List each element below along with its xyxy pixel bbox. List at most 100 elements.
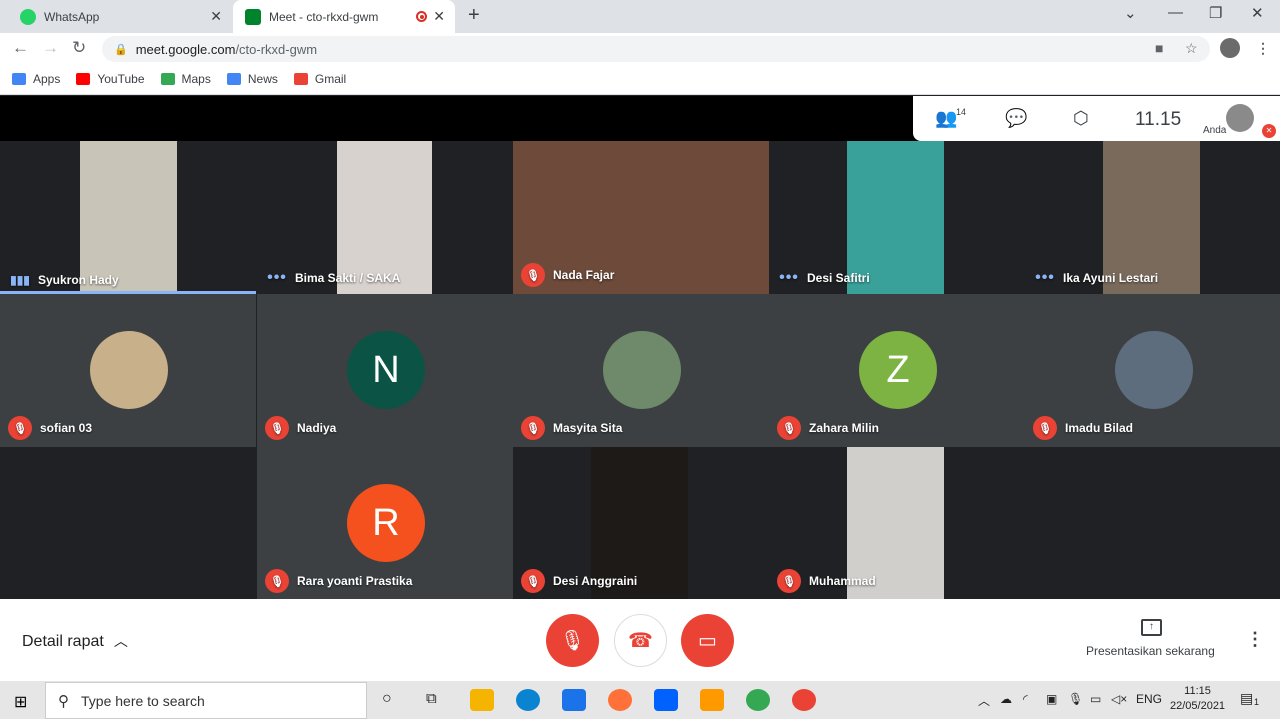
tab-search-icon[interactable]: ⌄ xyxy=(1124,4,1137,22)
participant-name-bar: ▮▮▮ Syukron Hady xyxy=(8,273,119,287)
meeting-details-button[interactable]: Detail rapat ︿ xyxy=(22,631,128,651)
audio-dots-icon: ••• xyxy=(1035,269,1055,286)
present-now-button[interactable]: Presentasikan sekarang xyxy=(1086,644,1215,658)
show-hidden-icons[interactable]: ︿ xyxy=(978,692,990,709)
network-icon[interactable]: ☁ xyxy=(1000,692,1012,706)
participant-name: Desi Anggraini xyxy=(553,574,638,588)
participant-tile[interactable]: 🎙 Desi Anggraini xyxy=(513,447,769,600)
bookmark-news[interactable]: News xyxy=(226,72,278,86)
empty-tile xyxy=(0,447,256,600)
bookmark-youtube[interactable]: YouTube xyxy=(76,72,145,86)
participant-name: Zahara Milin xyxy=(809,421,880,435)
bookmark-label: Gmail xyxy=(314,72,347,86)
profile-avatar[interactable] xyxy=(1220,38,1240,58)
language-indicator[interactable]: ENG xyxy=(1136,692,1162,706)
windows-start-icon[interactable]: ⊞ xyxy=(14,692,27,712)
forward-icon[interactable]: → xyxy=(42,38,59,58)
participant-name: Muhammad xyxy=(809,574,876,588)
meeting-time: 11.15 xyxy=(1135,109,1182,130)
dropbox-icon[interactable] xyxy=(654,689,678,711)
bookmark-gmail[interactable]: Gmail xyxy=(293,72,347,86)
cortana-icon[interactable]: ○ xyxy=(382,690,392,708)
camera-toggle-button[interactable]: ▭ xyxy=(681,614,734,667)
chat-icon[interactable]: 💬 xyxy=(1005,108,1027,129)
task-view-icon[interactable]: ⧉ xyxy=(426,690,437,707)
close-window-button[interactable]: ✕ xyxy=(1251,4,1264,22)
participant-name-bar: ••• Bima Sakti / SAKA xyxy=(265,269,400,287)
participant-tile[interactable]: 🎙 Nada Fajar xyxy=(513,141,769,294)
participant-avatar xyxy=(90,331,168,409)
close-tab-icon[interactable]: ✕ xyxy=(210,8,222,25)
menu-icon[interactable]: ⋮ xyxy=(1256,40,1270,57)
bookmark-apps[interactable]: Apps xyxy=(12,72,60,86)
clock-time: 11:15 xyxy=(1184,685,1211,697)
chrome-profile-icon[interactable] xyxy=(792,689,816,711)
participant-avatar: N xyxy=(347,331,425,409)
more-options-icon[interactable]: ⋮ xyxy=(1246,629,1264,650)
windows-taskbar: ⊞ ⚲ Type here to search ○ ⧉ ︿ ☁ ◜ ▣ 🎙 ▭ … xyxy=(0,681,1280,719)
activities-icon[interactable]: ⬡ xyxy=(1073,108,1089,129)
participant-avatar: R xyxy=(347,484,425,562)
tab-meet[interactable]: Meet - cto-rkxd-gwm ✕ xyxy=(233,0,455,33)
wifi-icon[interactable]: ◜ xyxy=(1023,692,1028,706)
bookmarks-bar: Apps YouTube Maps News Gmail xyxy=(0,64,1280,95)
device-icon[interactable]: ▣ xyxy=(1046,692,1057,706)
firefox-icon[interactable] xyxy=(608,689,632,711)
self-avatar[interactable] xyxy=(1226,104,1254,132)
participant-name: Ika Ayuni Lestari xyxy=(1063,271,1159,285)
mic-off-icon: 🎙 xyxy=(559,630,586,652)
people-icon[interactable]: 👥 xyxy=(935,108,957,129)
participant-tile[interactable]: ••• Desi Safitri xyxy=(769,141,1025,294)
camera-in-use-icon[interactable]: ■ xyxy=(1155,40,1163,56)
mic-off-icon: 🎙 xyxy=(1033,416,1057,440)
microphone-icon[interactable]: 🎙 xyxy=(1068,692,1083,706)
participant-name-bar: ••• Ika Ayuni Lestari xyxy=(1033,269,1158,287)
mic-toggle-button[interactable]: 🎙 xyxy=(546,614,599,667)
participant-name: Desi Safitri xyxy=(807,271,870,285)
meeting-details-label: Detail rapat xyxy=(22,633,104,650)
minimize-button[interactable]: — xyxy=(1168,4,1183,21)
leave-call-button[interactable]: ☎ xyxy=(614,614,667,667)
battery-icon[interactable]: ▭ xyxy=(1090,692,1101,706)
url-host: meet.google.com xyxy=(135,41,236,57)
chrome-icon[interactable] xyxy=(746,689,770,711)
close-tab-icon[interactable]: ✕ xyxy=(433,8,445,25)
bookmark-label: Maps xyxy=(181,72,211,86)
participant-tile[interactable]: 🎙 Muhammad xyxy=(769,447,1025,600)
participant-tile[interactable]: N 🎙 Nadiya xyxy=(257,294,513,447)
clock-date: 22/05/2021 xyxy=(1170,700,1226,712)
meet-controls-bar: Detail rapat ︿ 🎙 ☎ ▭ ↑ Presentasikan seka… xyxy=(0,599,1280,681)
participant-tile[interactable]: 🎙 Masyita Sita xyxy=(513,294,769,447)
bookmark-star-icon[interactable]: ☆ xyxy=(1185,40,1198,57)
reload-icon[interactable]: ↻ xyxy=(72,38,86,58)
mail-icon[interactable] xyxy=(562,689,586,711)
participant-name-bar: 🎙 sofian 03 xyxy=(8,416,92,440)
participant-tile[interactable]: ••• Bima Sakti / SAKA xyxy=(257,141,513,294)
participant-tile[interactable]: ▮▮▮ Syukron Hady xyxy=(0,141,256,294)
new-tab-button[interactable]: + xyxy=(468,4,480,27)
url-input[interactable]: 🔒 meet.google.com/cto-rkxd-gwm xyxy=(102,36,1210,62)
participant-tile[interactable]: 🎙 Imadu Bilad xyxy=(1025,294,1280,447)
youtube-icon xyxy=(76,73,91,85)
taskbar-search-input[interactable]: ⚲ Type here to search xyxy=(45,682,367,719)
participant-name: Rara yoanti Prastika xyxy=(297,574,413,588)
participant-tile[interactable]: ••• Ika Ayuni Lestari xyxy=(1025,141,1280,294)
maximize-button[interactable]: ❐ xyxy=(1209,4,1222,22)
volume-muted-icon[interactable]: ◁× xyxy=(1111,692,1127,706)
bookmark-maps[interactable]: Maps xyxy=(160,72,211,86)
url-path: /cto-rkxd-gwm xyxy=(235,41,318,57)
news-icon xyxy=(226,73,241,85)
participant-name-bar: 🎙 Nadiya xyxy=(265,416,336,440)
amazon-icon[interactable] xyxy=(700,689,724,711)
participant-tile[interactable]: Z 🎙 Zahara Milin xyxy=(769,294,1025,447)
notification-icon[interactable]: ▤ xyxy=(1240,690,1253,707)
participant-tile[interactable]: 🎙 sofian 03 xyxy=(0,294,256,447)
back-icon[interactable]: ← xyxy=(12,38,29,58)
edge-icon[interactable] xyxy=(516,689,540,711)
participant-tile[interactable]: R 🎙 Rara yoanti Prastika xyxy=(257,447,513,600)
mic-off-icon: 🎙 xyxy=(265,569,289,593)
file-explorer-icon[interactable] xyxy=(470,689,494,711)
tab-whatsapp[interactable]: WhatsApp ✕ xyxy=(8,0,232,33)
clock[interactable]: 11:15 22/05/2021 xyxy=(1170,684,1225,714)
present-screen-icon[interactable]: ↑ xyxy=(1141,619,1162,636)
